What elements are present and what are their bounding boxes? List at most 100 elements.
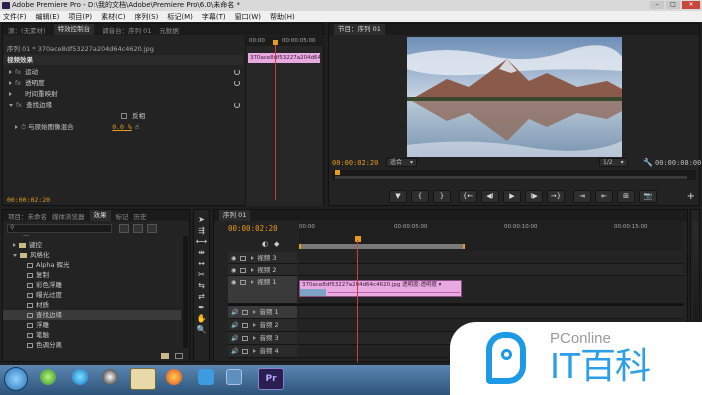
expand-icon[interactable] [9, 70, 12, 74]
track-header-video[interactable]: ◉ 视频 3 [228, 252, 297, 264]
tab-effect-controls[interactable]: 特效控制台 [53, 24, 95, 35]
effects-tree-item[interactable]: 查找边缘 [3, 310, 181, 320]
speaker-icon[interactable]: 🔊 [231, 348, 238, 355]
qq-icon[interactable] [102, 369, 118, 385]
lift-button[interactable]: ⇥ [573, 190, 591, 203]
expand-icon[interactable] [251, 256, 255, 260]
step-forward-button[interactable]: I▶ [525, 190, 543, 203]
resolution-dropdown[interactable]: 1/2 ▾ [599, 158, 628, 167]
effects-tree-item[interactable]: 彩色浮雕 [3, 280, 181, 290]
reset-icon[interactable] [234, 69, 240, 75]
tab-audio-mixer[interactable]: 调音台：序列 01 [102, 25, 151, 35]
lock-icon[interactable] [240, 279, 247, 285]
eye-icon[interactable]: ◉ [231, 267, 236, 274]
new-folder-icon[interactable] [161, 353, 169, 359]
effect-controls-timecode[interactable]: 00:00:02:20 [7, 196, 50, 204]
app-360-icon[interactable] [40, 369, 56, 385]
effects-tree-item[interactable]: 材质 [3, 300, 181, 310]
firefox-icon[interactable] [166, 369, 182, 385]
tab-sequence[interactable]: 序列 01 [219, 210, 251, 221]
effects-tree-item[interactable]: 浮雕 [3, 320, 181, 330]
program-scrubber[interactable] [332, 170, 696, 180]
eye-icon[interactable]: ◉ [231, 255, 236, 262]
lock-icon[interactable] [242, 309, 249, 315]
effect-find-edges-row[interactable]: fx 查找边缘 [3, 100, 243, 110]
speaker-icon[interactable]: 🔊 [231, 322, 238, 329]
marker-icon[interactable]: ◆ [274, 240, 279, 248]
tab-project[interactable]: 项目：未命名 [8, 211, 47, 221]
play-button[interactable]: ▶ [503, 190, 521, 203]
go-to-out-button[interactable]: →} [547, 190, 565, 203]
extract-button[interactable]: ⇤ [595, 190, 613, 203]
media-player-icon[interactable] [198, 369, 214, 385]
mini-ruler[interactable]: 00:00 00:00:05:00 [246, 36, 324, 46]
tab-source[interactable]: 源：(无素材) [8, 25, 46, 35]
mini-clip[interactable]: 370ace8df53227a204d64c4620.jpg [248, 53, 320, 63]
video-clip[interactable]: 370ace8df53227a204d64c4620.jpg 透明度:透明度 ▾ [299, 280, 462, 297]
effect-opacity-row[interactable]: fx 透明度 [3, 78, 243, 88]
mini-playhead-handle[interactable] [273, 40, 278, 45]
collapse-icon[interactable] [13, 253, 17, 257]
menu-help[interactable]: 帮助(H) [270, 12, 295, 22]
ripple-edit-tool-icon[interactable]: ⟷ [194, 236, 209, 247]
expand-icon[interactable] [9, 81, 12, 85]
mark-in-button[interactable]: { [411, 190, 429, 203]
track-header-audio[interactable]: 🔊 音频 2 [228, 319, 297, 332]
effects-tree-item[interactable]: 色调分离 [3, 340, 181, 350]
effects-tree-item[interactable]: Alpha 辉光 [3, 260, 181, 270]
fit-dropdown[interactable]: 适合 ▾ [386, 158, 418, 167]
export-frame-button[interactable]: 📷 [639, 190, 657, 203]
window-icon[interactable] [226, 369, 242, 385]
menu-project[interactable]: 项目(P) [68, 12, 92, 22]
hand-tool-icon[interactable]: ✋ [194, 313, 209, 324]
lock-icon[interactable] [240, 255, 247, 261]
timeline-playhead[interactable] [357, 240, 358, 362]
slip-tool-icon[interactable]: ⇆ [194, 280, 209, 291]
file-explorer-icon[interactable] [130, 368, 156, 390]
expand-icon[interactable] [251, 280, 255, 284]
expand-icon[interactable] [9, 92, 12, 96]
expand-icon[interactable] [253, 349, 257, 353]
menu-file[interactable]: 文件(F) [3, 12, 27, 22]
step-back-button[interactable]: ◀I [481, 190, 499, 203]
effects-tree-item[interactable]: 风格化 [3, 250, 181, 260]
rolling-edit-tool-icon[interactable]: ⇹ [194, 247, 209, 258]
menu-marker[interactable]: 标记(M) [167, 12, 193, 22]
blend-value[interactable]: 0.0 % [112, 123, 132, 131]
track-header-audio[interactable]: 🔊 音频 1 [228, 306, 297, 319]
menu-window[interactable]: 窗口(W) [235, 12, 261, 22]
menu-sequence[interactable]: 序列(S) [134, 12, 158, 22]
expand-icon[interactable] [13, 243, 16, 247]
program-playhead[interactable] [335, 170, 340, 175]
wrench-icon[interactable]: 🔧 [643, 158, 653, 167]
mark-out-button[interactable]: } [433, 190, 451, 203]
tab-markers[interactable]: 标记 [116, 211, 129, 221]
eye-icon[interactable]: ◉ [231, 279, 236, 286]
expand-icon[interactable] [253, 336, 257, 340]
tab-effects[interactable]: 效果 [89, 210, 111, 221]
invert-checkbox[interactable] [121, 113, 128, 119]
lock-icon[interactable] [240, 267, 247, 273]
lock-icon[interactable] [242, 335, 249, 341]
effect-motion-row[interactable]: fx 运动 [3, 67, 243, 77]
compare-button[interactable]: ⊞ [617, 190, 635, 203]
lock-icon[interactable] [242, 348, 249, 354]
ie-browser-icon[interactable] [72, 369, 88, 385]
add-marker-button[interactable]: ▼ [389, 190, 407, 203]
effects-tree-item[interactable]: 笔触 [3, 330, 181, 340]
add-button[interactable]: + [687, 191, 695, 202]
speaker-icon[interactable]: 🔊 [231, 335, 238, 342]
collapse-icon[interactable] [9, 103, 13, 107]
selection-tool-icon[interactable]: ➤ [194, 214, 209, 225]
expand-icon[interactable] [253, 323, 257, 327]
track-header-video[interactable]: ◉ 视频 1 [228, 276, 297, 304]
reset-icon[interactable] [234, 102, 240, 108]
tab-history[interactable]: 历史 [134, 211, 147, 221]
timeline-playhead-handle[interactable] [355, 236, 361, 242]
razor-tool-icon[interactable]: ✂ [194, 269, 209, 280]
menu-edit[interactable]: 编辑(E) [36, 12, 60, 22]
zoom-bar[interactable] [335, 176, 687, 179]
track-select-tool-icon[interactable]: ⇶ [194, 225, 209, 236]
premiere-taskbar-icon[interactable]: Pr [258, 368, 284, 390]
tab-media-browser[interactable]: 媒体浏览器 [52, 211, 85, 221]
